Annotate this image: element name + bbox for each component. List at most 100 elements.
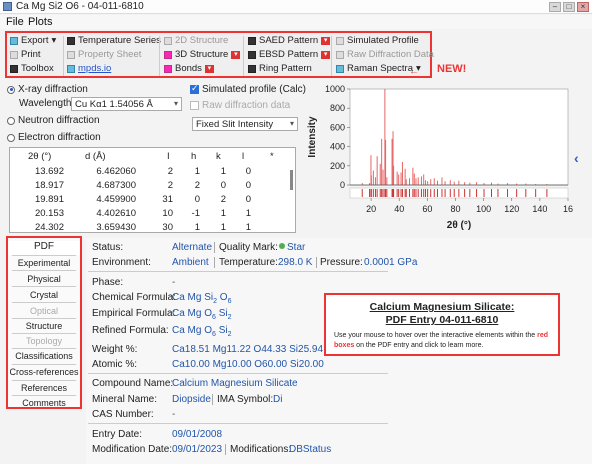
nav-divider (12, 286, 76, 287)
table-scrollbar[interactable] (288, 150, 296, 232)
dropdown-icon[interactable]: ▾ (321, 50, 331, 59)
atomic-percent-label: Atomic %: (92, 359, 138, 370)
saed-pattern-button[interactable]: SAED Pattern ▾ (248, 35, 331, 46)
col-header[interactable]: * (270, 151, 274, 162)
status-value[interactable]: Alternate (172, 242, 212, 253)
ima-symbol-label: IMA Symbol: (217, 394, 274, 405)
dropdown-icon[interactable]: ▾ (204, 64, 214, 73)
col-header[interactable]: d (Å) (85, 151, 106, 162)
table-cell: 2 (167, 180, 173, 191)
close-icon[interactable]: × (577, 2, 589, 12)
chemical-formula-value[interactable]: Ca Mg Si2 O6 (172, 292, 232, 305)
temperature-series-button[interactable]: Temperature Series (67, 35, 161, 46)
simulated-profile-button[interactable]: Simulated Profile (336, 35, 419, 46)
table-header: 2θ (°) d (Å) I h k l * (10, 150, 297, 163)
table-cell: 18.917 (34, 180, 64, 191)
dropdown-icon[interactable]: ▾ (231, 50, 241, 59)
empirical-formula-label: Empirical Formula: (92, 308, 176, 319)
ima-symbol-value[interactable]: Di (273, 394, 282, 405)
simulated-profile-checkbox[interactable]: Simulated profile (Calc) (190, 83, 306, 95)
window-title: Ca Mg Si2 O6 - 04-011-6810 (16, 1, 144, 12)
weight-percent-value[interactable]: Ca18.51 Mg11.22 O44.33 Si25.94 (172, 344, 323, 355)
cas-number-value: - (172, 409, 176, 420)
table-row[interactable]: 18.917 4.687300 2 2 0 0 (10, 179, 297, 192)
toolbar-divider (63, 36, 64, 76)
menu-plots[interactable]: Plots (28, 16, 52, 28)
field-divider (212, 394, 213, 405)
table-cell: 19.891 (34, 194, 64, 205)
table-row[interactable]: 24.302 3.659430 30 1 1 1 (10, 221, 297, 234)
mpds-link[interactable]: mpds.io (67, 63, 111, 74)
modifications-value[interactable]: DBStatus (289, 444, 331, 455)
raw-diffraction-button[interactable]: Raw Diffraction Data (336, 49, 434, 60)
nav-physical[interactable]: Physical (8, 274, 80, 284)
x-tick-label: 40 (394, 204, 404, 214)
col-header[interactable]: h (191, 151, 196, 162)
minimize-icon[interactable]: – (549, 2, 561, 12)
export-button[interactable]: Export ▾ (10, 35, 56, 46)
wavelength-select[interactable]: Cu Kα1 1.54056 Å ▾ (71, 97, 182, 111)
mineral-name-value[interactable]: Diopside (172, 394, 211, 405)
nav-classifications[interactable]: Classifications (8, 351, 80, 361)
table-cell: 4.402610 (96, 208, 136, 219)
section-divider (88, 373, 388, 374)
nav-optical[interactable]: Optical (8, 306, 80, 316)
nav-experimental[interactable]: Experimental (8, 258, 80, 268)
table-cell: 1 (194, 222, 200, 233)
col-header[interactable]: l (242, 151, 244, 162)
nav-cross-references[interactable]: Cross-references (8, 367, 80, 377)
table-cell: 0 (220, 180, 226, 191)
atomic-percent-value[interactable]: Ca10.00 Mg10.00 O60.00 Si20.00 (172, 359, 324, 370)
chevron-left-icon[interactable]: ‹ (574, 150, 579, 166)
dropdown-icon[interactable]: ▾ (321, 36, 331, 45)
electron-radio[interactable]: Electron diffraction (7, 132, 101, 143)
refined-formula-value[interactable]: Ca Mg O6 Si2 (172, 325, 232, 338)
table-cell: 2 (194, 180, 200, 191)
raw-data-checkbox[interactable]: Raw diffraction data (190, 100, 290, 111)
toolbox-button[interactable]: Toolbox (10, 63, 54, 74)
menu-file[interactable]: File (6, 16, 24, 28)
table-row[interactable]: 13.692 6.462060 2 1 1 0 (10, 165, 297, 178)
table-cell: 4.687300 (96, 180, 136, 191)
x-tick-label: 100 (476, 204, 491, 214)
xray-radio[interactable]: X-ray diffraction (7, 84, 88, 95)
nav-crystal[interactable]: Crystal (8, 290, 80, 300)
nav-pdf[interactable]: PDF (8, 241, 80, 255)
temperature-value[interactable]: 298.0 K (278, 257, 312, 268)
neutron-radio[interactable]: Neutron diffraction (7, 115, 100, 126)
nav-references[interactable]: References (8, 383, 80, 393)
nav-comments[interactable]: Comments (8, 398, 80, 408)
phase-label: Phase: (92, 277, 124, 288)
bonds-button[interactable]: Bonds ▾ (164, 63, 214, 74)
ring-pattern-button[interactable]: Ring Pattern (248, 63, 312, 74)
chevron-down-icon: ▾ (289, 119, 294, 128)
quality-mark-value[interactable]: Star (279, 242, 305, 253)
y-tick-label: 1000 (325, 84, 345, 94)
scrollbar-thumb[interactable] (290, 170, 293, 190)
y-axis-label: Intensity (307, 116, 318, 158)
table-row[interactable]: 20.153 4.402610 10 -1 1 1 (10, 207, 297, 220)
slit-select[interactable]: Fixed Slit Intensity ▾ (192, 117, 298, 131)
ebsd-pattern-button[interactable]: EBSD Pattern ▾ (248, 49, 331, 60)
nav-structure[interactable]: Structure (8, 321, 80, 331)
col-header[interactable]: k (216, 151, 221, 162)
pressure-value[interactable]: 0.0001 GPa (364, 257, 417, 268)
maximize-icon[interactable]: □ (563, 2, 575, 12)
diffraction-plot[interactable]: 0 200 400 600 800 1000 20 40 60 80 100 120 140 16 2θ (… (300, 82, 575, 237)
col-header[interactable]: 2θ (°) (28, 151, 51, 162)
table-row[interactable]: 19.891 4.459900 31 0 2 0 (10, 193, 297, 206)
2d-structure-button[interactable]: 2D Structure (164, 35, 228, 46)
mineral-name-label: Mineral Name: (92, 394, 158, 405)
compound-name-label: Compound Name: (92, 378, 174, 389)
weight-percent-label: Weight %: (92, 344, 138, 355)
print-button[interactable]: Print (10, 49, 41, 60)
compound-name-value[interactable]: Calcium Magnesium Silicate (172, 378, 298, 389)
property-sheet-button[interactable]: Property Sheet (67, 49, 141, 60)
toolbar-divider (331, 36, 332, 76)
empirical-formula-value[interactable]: Ca Mg O6 Si2 (172, 308, 232, 321)
3d-structure-button[interactable]: 3D Structure ▾ (164, 49, 241, 60)
nav-topology[interactable]: Topology (8, 336, 80, 346)
table-cell: 1 (194, 166, 200, 177)
environment-value[interactable]: Ambient (172, 257, 209, 268)
col-header[interactable]: I (167, 151, 170, 162)
